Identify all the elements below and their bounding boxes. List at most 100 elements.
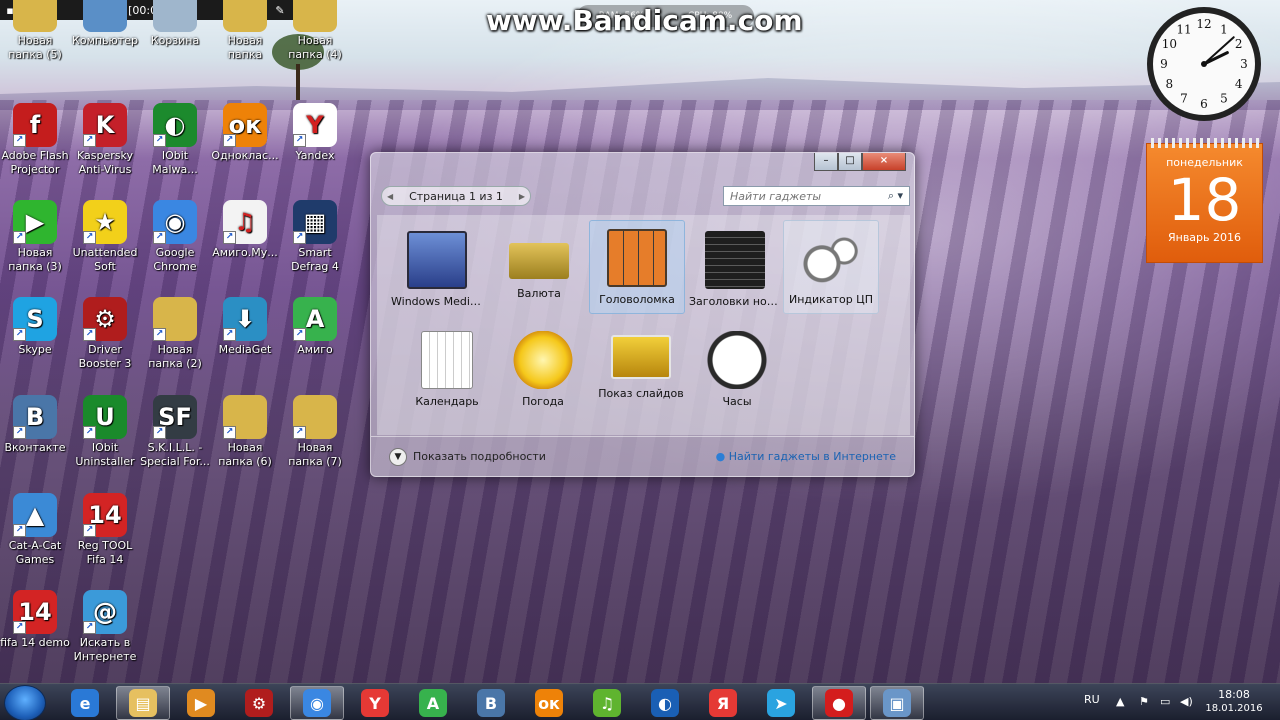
desktop-icon[interactable]: ↗ Новая папка (6) <box>210 395 280 469</box>
clock-numeral: 6 <box>1200 97 1208 111</box>
app-icon: ▶ ↗ <box>13 200 57 244</box>
show-details-button[interactable]: ▼ Показать подробности <box>389 447 546 466</box>
app-icon: ок ↗ <box>223 103 267 147</box>
volume-icon[interactable]: ◀) <box>1180 695 1194 709</box>
desktop-icon-label: Амиго.Му... <box>212 246 278 259</box>
desktop-icon[interactable]: Новая папка <box>210 0 280 62</box>
taskbar-vk-button[interactable]: B <box>464 686 518 720</box>
get-gadgets-online-link[interactable]: ● Найти гаджеты в Интернете <box>716 450 896 463</box>
desktop-icon[interactable]: ↗ Новая папка (7) <box>280 395 350 469</box>
gadget-currency[interactable]: Валюта <box>491 223 587 317</box>
app-icon: ↗ <box>223 395 267 439</box>
app-icon: ⬇ ↗ <box>223 297 267 341</box>
desktop-icon[interactable]: ▶ ↗ Новая папка (3) <box>0 200 70 274</box>
taskbar-amigo-button[interactable]: A <box>406 686 460 720</box>
desktop-clock-gadget[interactable]: 1234567891011 12 <box>1145 5 1263 123</box>
desktop-icon[interactable]: ▲ ↗ Cat-A-Cat Games <box>0 493 70 567</box>
gadget-label: Календарь <box>415 395 479 408</box>
clock-numeral: 8 <box>1166 77 1174 91</box>
desktop-icon-label: Вконтакте <box>4 441 66 454</box>
taskbar-bandicam-button[interactable]: ● <box>812 686 866 720</box>
desktop-icon[interactable]: ◉ ↗ Google Chrome <box>140 200 210 274</box>
desktop-icon-label: Новая папка (5) <box>8 34 62 61</box>
desktop-icon[interactable]: SF ↗ S.K.I.L.L. - Special For... <box>140 395 210 469</box>
search-icon[interactable]: ⌕ ▾ <box>888 189 903 203</box>
desktop-icon[interactable]: ▦ ↗ Smart Defrag 4 <box>280 200 350 274</box>
desktop-icon[interactable]: ↗ Новая папка (2) <box>140 297 210 371</box>
desktop-icon[interactable]: Новая папка (5) <box>0 0 70 62</box>
shortcut-arrow-icon: ↗ <box>153 328 166 341</box>
app-icon: 14 ↗ <box>83 493 127 537</box>
desktop-icon[interactable]: ⬇ ↗ MediaGet <box>210 297 280 357</box>
desktop-icon[interactable]: S ↗ Skype <box>0 297 70 357</box>
taskbar-media-button[interactable]: ▶ <box>174 686 228 720</box>
desktop-icon-label: Reg TOOL Fifa 14 <box>77 539 133 566</box>
desktop-icon[interactable]: Компьютер <box>70 0 140 48</box>
desktop-icon[interactable]: ♫ ↗ Амиго.Му... <box>210 200 280 260</box>
desktop-icon[interactable]: ◐ ↗ IObit Malwa... <box>140 103 210 177</box>
language-indicator[interactable]: RU <box>1084 693 1100 706</box>
app-icon: U ↗ <box>83 395 127 439</box>
gadget-search-input[interactable] <box>730 189 870 203</box>
taskbar-telegram-button[interactable]: ➤ <box>754 686 808 720</box>
taskbar-gadgets-button[interactable]: ▣ <box>870 686 924 720</box>
desktop-icon[interactable]: K ↗ Kaspersky Anti-Virus <box>70 103 140 177</box>
gadget-label: Головоломка <box>599 293 675 306</box>
shortcut-arrow-icon: ↗ <box>223 231 236 244</box>
desktop-icon[interactable]: B ↗ Вконтакте <box>0 395 70 455</box>
gadget-slideshow[interactable]: Показ слайдов <box>593 323 689 417</box>
minimize-button[interactable]: – <box>814 153 838 171</box>
next-page-icon[interactable]: ▶ <box>519 192 525 201</box>
taskbar-yandex-browser-button[interactable]: Я <box>696 686 750 720</box>
calendar-day: 18 <box>1167 166 1242 234</box>
network-icon[interactable]: ▭ <box>1160 695 1174 709</box>
gadget-clock[interactable]: Часы <box>689 323 785 417</box>
shortcut-arrow-icon: ↗ <box>13 621 26 634</box>
app-icon: ▦ ↗ <box>293 200 337 244</box>
gadget-cpu-meter[interactable]: Индикатор ЦП <box>783 220 879 314</box>
watermark: www.Bandicam.com <box>486 4 803 37</box>
tray-time: 18:08 <box>1218 688 1250 701</box>
gadget-weather[interactable]: Погода <box>495 323 591 417</box>
prev-page-icon[interactable]: ◀ <box>387 192 393 201</box>
desktop-icon[interactable]: ок ↗ Одноклас... <box>210 103 280 163</box>
start-button[interactable] <box>4 685 46 720</box>
action-center-icon[interactable]: ⚑ <box>1139 695 1153 709</box>
desktop-icon[interactable]: 14 ↗ Reg TOOL Fifa 14 <box>70 493 140 567</box>
taskbar-amigo-music-button[interactable]: ♫ <box>580 686 634 720</box>
taskbar-iobit-button[interactable]: ◐ <box>638 686 692 720</box>
desktop-icon[interactable]: Y ↗ Yandex <box>280 103 350 163</box>
gadgets-icon: ▣ <box>883 689 911 717</box>
gadget-puzzle[interactable]: Головоломка <box>589 220 685 314</box>
gadget-label: Показ слайдов <box>598 387 684 400</box>
taskbar-ok-button[interactable]: ок <box>522 686 576 720</box>
taskbar-yandex-button[interactable]: Y <box>348 686 402 720</box>
desktop-icon[interactable]: @ ↗ Искать в Интернете <box>70 590 140 664</box>
desktop-icon[interactable]: ★ ↗ Unattended Soft <box>70 200 140 274</box>
maximize-button[interactable]: □ <box>838 153 862 171</box>
close-button[interactable]: × <box>862 153 906 171</box>
taskbar-explorer-button[interactable]: ▤ <box>116 686 170 720</box>
shortcut-arrow-icon: ↗ <box>223 134 236 147</box>
desktop-calendar-gadget[interactable]: понедельник 18 Январь 2016 <box>1146 138 1263 263</box>
taskbar-ie-button[interactable]: e <box>58 686 112 720</box>
desktop-icon-label: Корзина <box>150 34 200 47</box>
taskbar-chrome-button[interactable]: ◉ <box>290 686 344 720</box>
tray-clock[interactable]: 18:08 18.01.2016 <box>1204 688 1264 716</box>
gadget-news-headlines[interactable]: Заголовки нов... <box>687 223 783 317</box>
clock-numeral: 2 <box>1235 37 1243 51</box>
desktop-icon[interactable]: f ↗ Adobe Flash Projector <box>0 103 70 177</box>
desktop-icon[interactable]: U ↗ IObit Uninstaller <box>70 395 140 469</box>
taskbar-driver-booster-button[interactable]: ⚙ <box>232 686 286 720</box>
desktop-icon[interactable]: 14 ↗ fifa 14 demo <box>0 590 70 650</box>
desktop-icon[interactable]: Новая папка (4) <box>280 0 350 62</box>
desktop-icon[interactable]: A ↗ Амиго <box>280 297 350 357</box>
show-hidden-icons-icon[interactable]: ▲ <box>1116 695 1130 709</box>
desktop-icon[interactable]: Корзина <box>140 0 210 48</box>
gadget-windows-media[interactable]: Windows Media... <box>389 223 485 317</box>
desktop-icon-label: Компьютер <box>72 34 138 47</box>
gadget-calendar[interactable]: Календарь <box>399 323 495 417</box>
desktop-icon[interactable]: ⚙ ↗ Driver Booster 3 <box>70 297 140 371</box>
gadget-grid: Windows Media... Валюта Головоломка Заго… <box>377 215 910 435</box>
gadget-search-box: ⌕ ▾ <box>723 186 910 206</box>
